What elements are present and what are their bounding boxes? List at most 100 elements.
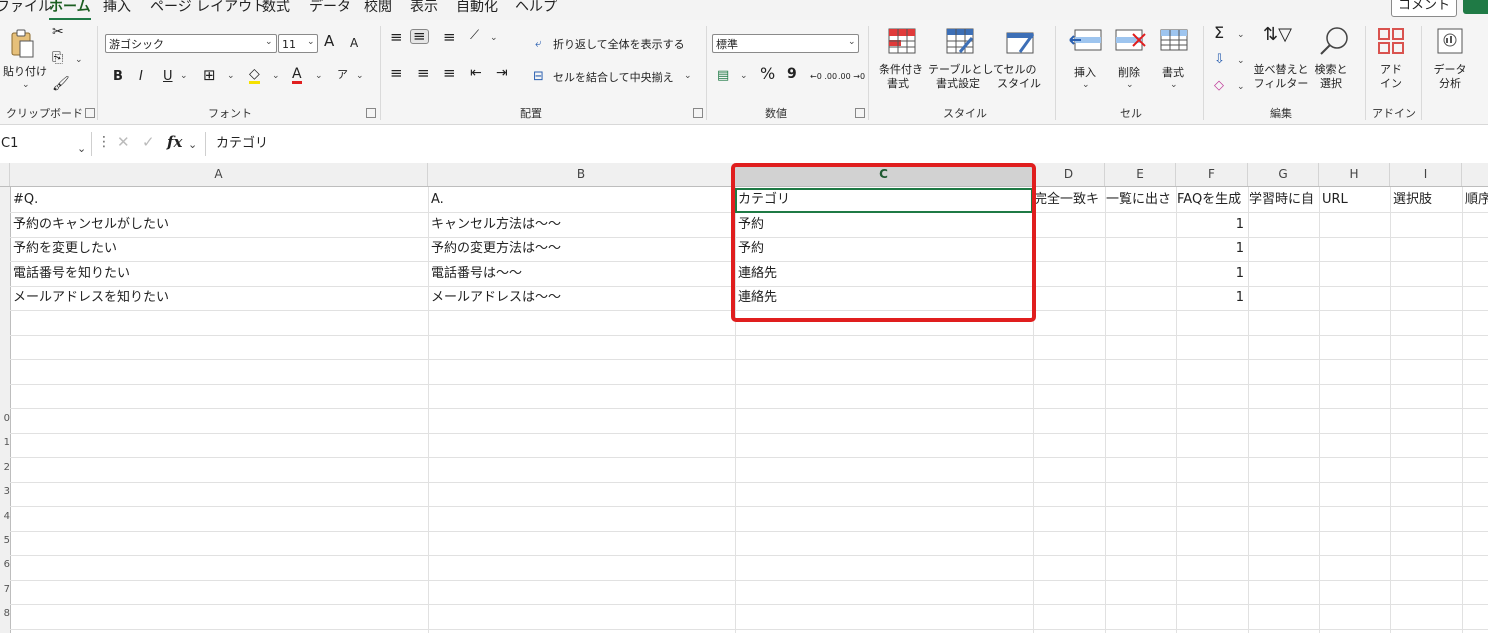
column-header-d[interactable]: D	[1033, 163, 1105, 186]
number-launcher-icon[interactable]	[855, 108, 865, 118]
align-left-icon[interactable]: ≡	[390, 66, 403, 81]
comment-button[interactable]: コメント	[1391, 0, 1457, 17]
menu-automate[interactable]: 自動化	[456, 0, 498, 18]
paste-label[interactable]: 貼り付け	[3, 65, 47, 78]
column-header-e[interactable]: E	[1105, 163, 1176, 186]
format-as-table-label-2[interactable]: 書式設定	[932, 77, 984, 90]
formula-input[interactable]: カテゴリ	[205, 132, 1488, 156]
clipboard-launcher-icon[interactable]	[85, 108, 95, 118]
conditional-formatting-icon[interactable]	[888, 28, 916, 54]
align-top-icon[interactable]: ≡	[390, 30, 403, 45]
fill-chevron-icon[interactable]: ⌄	[272, 71, 280, 81]
underline-chevron-icon[interactable]: ⌄	[180, 71, 188, 81]
format-as-table-icon[interactable]	[946, 28, 974, 54]
menu-help[interactable]: ヘルプ	[515, 0, 557, 18]
row-number[interactable]: 1	[0, 437, 10, 448]
menu-insert[interactable]: 挿入	[103, 0, 131, 18]
border-icon[interactable]: ⊞	[203, 68, 216, 83]
copy-chevron-icon[interactable]: ⌄	[75, 55, 83, 65]
clear-chevron-icon[interactable]: ⌄	[1237, 82, 1245, 92]
insert-function-icon[interactable]: fx	[167, 135, 182, 150]
insert-cells-icon[interactable]	[1069, 29, 1103, 51]
column-header-i[interactable]: I	[1390, 163, 1462, 186]
cell-a3[interactable]: 予約を変更したい	[10, 237, 428, 261]
name-box-chevron-icon[interactable]: ⌄	[77, 137, 86, 161]
decrease-indent-icon[interactable]: ⇤	[470, 66, 482, 80]
cell-j1[interactable]: 順序	[1462, 188, 1488, 212]
insert-chevron-icon[interactable]: ⌄	[1082, 80, 1090, 90]
orientation-chevron-icon[interactable]: ⌄	[490, 33, 498, 43]
menu-view[interactable]: 表示	[410, 0, 438, 18]
add-ins-label-2[interactable]: イン	[1375, 77, 1407, 90]
format-cells-icon[interactable]	[1160, 29, 1188, 51]
autosum-chevron-icon[interactable]: ⌄	[1237, 30, 1245, 40]
menu-home[interactable]: ホーム	[49, 0, 91, 21]
sort-filter-label-1[interactable]: 並べ替えと	[1253, 63, 1309, 76]
cell-styles-icon[interactable]	[1006, 28, 1034, 54]
row-number[interactable]: 5	[0, 535, 10, 546]
font-name-combo[interactable]: 游ゴシック	[105, 34, 277, 53]
row-number[interactable]: 4	[0, 511, 10, 522]
cell-f3[interactable]: 1	[1176, 237, 1248, 261]
align-bottom-icon[interactable]: ≡	[443, 30, 456, 45]
format-as-table-label-1[interactable]: テーブルとして	[928, 63, 1004, 76]
menu-formulas[interactable]: 数式	[262, 0, 290, 18]
menu-data[interactable]: データ	[309, 0, 351, 18]
select-all-corner[interactable]	[0, 163, 10, 186]
wrap-text-button[interactable]: 折り返して全体を表示する	[553, 38, 685, 51]
cell-b3[interactable]: 予約の変更方法は～～	[428, 237, 735, 261]
paste-icon[interactable]	[9, 29, 35, 59]
delete-cells-button[interactable]: 削除	[1114, 66, 1144, 79]
delete-chevron-icon[interactable]: ⌄	[1126, 80, 1134, 90]
orientation-icon[interactable]: ⟋	[470, 29, 479, 42]
cell-a2[interactable]: 予約のキャンセルがしたい	[10, 213, 428, 237]
cell-d1[interactable]: 完全一致キ	[1033, 188, 1105, 212]
font-color-icon[interactable]: A	[292, 67, 302, 84]
more-options-icon[interactable]: ⋮	[97, 135, 111, 149]
cell-f2[interactable]: 1	[1176, 213, 1248, 237]
number-format-combo[interactable]: 標準	[712, 34, 859, 53]
fill-color-icon[interactable]: ◇	[249, 67, 260, 84]
cancel-edit-icon[interactable]: ✕	[117, 135, 130, 150]
cell-g1[interactable]: 学習時に自	[1248, 188, 1319, 212]
border-chevron-icon[interactable]: ⌄	[227, 71, 235, 81]
cell-a1[interactable]: #Q.	[10, 188, 428, 212]
cell-i1[interactable]: 選択肢	[1390, 188, 1462, 212]
italic-button[interactable]: I	[139, 70, 143, 83]
font-launcher-icon[interactable]	[366, 108, 376, 118]
cell-b5[interactable]: メールアドレスは～～	[428, 286, 735, 310]
cell-a5[interactable]: メールアドレスを知りたい	[10, 286, 428, 310]
row-number[interactable]: 3	[0, 486, 10, 497]
align-right-icon[interactable]: ≡	[443, 66, 456, 81]
row-number[interactable]: 8	[0, 608, 10, 619]
phonetic-chevron-icon[interactable]: ⌄	[356, 71, 364, 81]
cell-b2[interactable]: キャンセル方法は～～	[428, 213, 735, 237]
confirm-edit-icon[interactable]: ✓	[142, 135, 155, 150]
column-header-b[interactable]: B	[428, 163, 735, 186]
analyze-data-label-1[interactable]: データ	[1432, 63, 1468, 76]
column-header-h[interactable]: H	[1319, 163, 1390, 186]
cell-f1[interactable]: FAQを生成	[1176, 188, 1248, 212]
menu-file[interactable]: ファイル	[0, 0, 52, 18]
bold-button[interactable]: B	[113, 70, 123, 83]
accounting-chevron-icon[interactable]: ⌄	[740, 71, 748, 81]
grow-font-icon[interactable]: A	[324, 34, 334, 49]
delete-cells-icon[interactable]	[1115, 29, 1147, 51]
align-middle-icon[interactable]: ≡	[410, 29, 429, 44]
merge-icon[interactable]: ⊟	[533, 70, 544, 83]
menu-page-layout[interactable]: ページ レイアウト	[150, 0, 266, 18]
menu-review[interactable]: 校閲	[364, 0, 392, 18]
copy-icon[interactable]: ⎘	[52, 51, 63, 65]
shrink-font-icon[interactable]: A	[350, 37, 358, 50]
analyze-data-icon[interactable]	[1436, 27, 1464, 55]
conditional-formatting-label-2[interactable]: 書式	[878, 77, 918, 90]
increase-decimal-button[interactable]: ←0 .00	[810, 70, 837, 83]
accounting-icon[interactable]: ▤	[717, 69, 729, 82]
underline-button[interactable]: U	[163, 70, 173, 83]
phonetic-icon[interactable]: ア	[337, 68, 348, 81]
function-chevron-icon[interactable]: ⌄	[188, 138, 197, 151]
fill-chevron-icon[interactable]: ⌄	[1237, 56, 1245, 66]
merge-chevron-icon[interactable]: ⌄	[684, 71, 692, 81]
format-painter-icon[interactable]: 🖌	[52, 77, 70, 91]
row-number[interactable]: 2	[0, 462, 10, 473]
